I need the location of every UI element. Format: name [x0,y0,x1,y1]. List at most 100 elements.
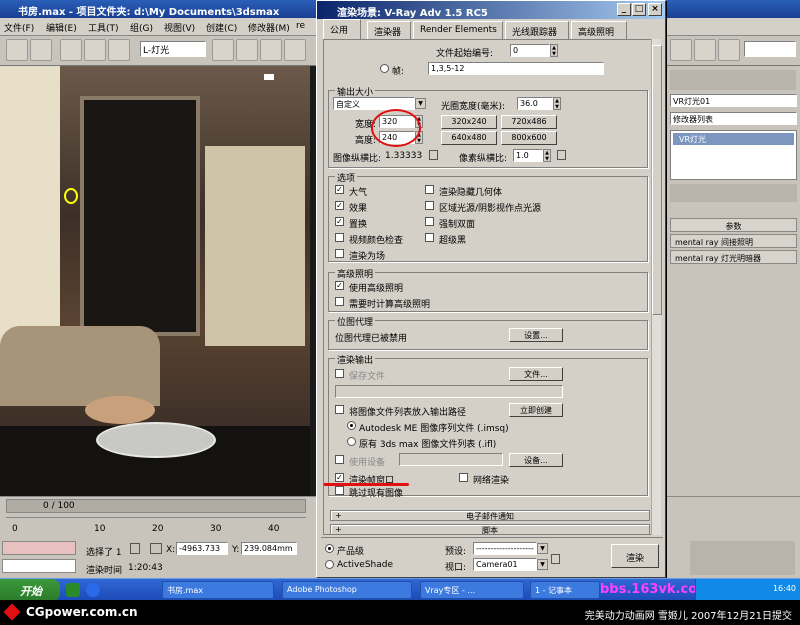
menu-rendering[interactable]: re [296,21,305,31]
stack-tools[interactable] [670,184,797,202]
effects-checkbox[interactable]: ✓ [335,201,344,210]
light-gizmo[interactable] [64,188,78,204]
autodesk-imsq-radio[interactable] [347,421,356,430]
quicklaunch-icon[interactable] [66,583,80,597]
track-bar[interactable]: 0 10 20 30 40 [6,517,306,537]
pixel-aspect-spinner[interactable]: ▲ ▼ [543,149,551,162]
production-radio[interactable] [325,544,334,553]
file-start-field[interactable]: 0 [510,44,550,57]
lock-aspect-icon[interactable] [429,150,438,160]
tab-advanced-lighting[interactable]: 高级照明 [571,21,627,39]
menu-modifiers[interactable]: 修改器(M) [248,21,290,34]
rollout-mr-indirect[interactable]: mental ray 间接照明 [670,234,797,248]
modifier-stack[interactable]: VR灯光 [670,130,797,180]
rotate-icon[interactable] [284,39,306,61]
minimize-icon[interactable]: _ [617,3,631,16]
command-tabs[interactable] [670,70,796,90]
device-field[interactable] [399,453,503,466]
skip-existing-checkbox[interactable] [335,486,344,495]
video-color-check-checkbox[interactable] [335,233,344,242]
menu-views[interactable]: 视图(V) [164,21,195,34]
files-button[interactable]: 文件... [509,367,563,381]
render-frame-window-checkbox[interactable]: ✓ [335,473,344,482]
link-icon[interactable] [60,39,82,61]
bitmap-proxies-setup-button[interactable]: 设置... [509,328,563,342]
chevron-down-icon[interactable]: ▼ [537,543,548,554]
use-device-checkbox[interactable] [335,455,344,464]
chevron-down-icon[interactable]: ▼ [537,559,548,570]
viewport-dropdown[interactable]: Camera01 [473,558,537,571]
devices-button[interactable]: 设备... [509,453,563,467]
preset-800x600-button[interactable]: 800x600 [501,131,557,145]
chevron-down-icon[interactable]: ▼ [415,98,426,109]
render-scene-icon[interactable] [670,39,692,61]
stack-item-vrlight[interactable]: VR灯光 [673,133,794,145]
lock-pixel-aspect-icon[interactable] [557,150,566,160]
modifier-list-combo[interactable]: 修改器列表 [670,112,797,125]
redo-icon[interactable] [30,39,52,61]
unlink-icon[interactable] [84,39,106,61]
render-type-combo[interactable] [744,41,796,57]
ie-icon[interactable] [86,583,100,597]
lock-selection-icon[interactable] [130,543,140,554]
select-icon[interactable] [212,39,234,61]
maxscript-mini[interactable] [2,559,76,573]
render-button[interactable]: 渲染 [611,544,659,568]
atmospherics-checkbox[interactable]: ✓ [335,185,344,194]
email-notifications-rollup[interactable]: + 电子邮件通知 [330,510,650,521]
render-to-fields-checkbox[interactable] [335,249,344,258]
teapot-icon[interactable] [718,39,740,61]
quick-render-icon[interactable] [694,39,716,61]
lock-viewport-icon[interactable] [551,554,560,564]
maxscript-listener[interactable] [2,541,76,555]
activeshade-radio[interactable] [325,560,334,569]
preset-dropdown[interactable]: -------------------- [473,542,537,555]
frames-radio[interactable] [380,64,389,73]
tab-raytracer[interactable]: 光线跟踪器 [505,21,569,39]
object-name-field[interactable]: VR灯光01 [670,94,797,107]
time-slider[interactable]: 0 / 100 [6,499,306,513]
selection-filter-combo[interactable]: L-灯光 [140,41,206,57]
aperture-width-field[interactable]: 36.0 [517,97,553,110]
preset-320x240-button[interactable]: 320x240 [441,115,497,129]
preset-720x486-button[interactable]: 720x486 [501,115,557,129]
force-2sided-checkbox[interactable] [425,217,434,226]
rollout-parameters[interactable]: 参数 [670,218,797,232]
save-file-checkbox[interactable] [335,369,344,378]
absolute-mode-icon[interactable] [150,543,162,554]
preset-640x480-button[interactable]: 640x480 [441,131,497,145]
move-icon[interactable] [260,39,282,61]
net-render-checkbox[interactable] [459,473,468,482]
task-notepad[interactable]: 1 - 记事本 [530,581,600,599]
task-3dsmax[interactable]: 书房.max [162,581,274,599]
file-start-spinner[interactable]: ▲ ▼ [550,44,558,57]
scrollbar-thumb[interactable] [652,45,662,315]
menu-edit[interactable]: 编辑(E) [46,21,77,34]
put-list-checkbox[interactable] [335,405,344,414]
displacement-checkbox[interactable]: ✓ [335,217,344,226]
bind-icon[interactable] [108,39,130,61]
start-button[interactable]: 开始 [0,579,60,601]
area-lights-checkbox[interactable] [425,201,434,210]
maximize-icon[interactable]: □ [632,3,646,16]
light-target[interactable] [264,74,274,80]
menu-group[interactable]: 组(G) [130,21,153,34]
menu-create[interactable]: 创建(C) [206,21,237,34]
create-now-button[interactable]: 立即创建 [509,403,563,417]
menu-tools[interactable]: 工具(T) [88,21,119,34]
x-coordinate-field[interactable]: -4963.733 [176,542,228,555]
menu-file[interactable]: 文件(F) [4,21,34,34]
undo-icon[interactable] [6,39,28,61]
compute-advanced-lighting-checkbox[interactable] [335,297,344,306]
task-browser[interactable]: Vray专区 - ... [420,581,524,599]
task-photoshop[interactable]: Adobe Photoshop [282,581,412,599]
legacy-ifl-radio[interactable] [347,437,356,446]
camera-viewport[interactable] [0,66,310,496]
super-black-checkbox[interactable] [425,233,434,242]
use-advanced-lighting-checkbox[interactable]: ✓ [335,281,344,290]
render-hidden-checkbox[interactable] [425,185,434,194]
dialog-scrollbar[interactable] [651,39,662,535]
rollout-mr-shader[interactable]: mental ray 灯光明暗器 [670,250,797,264]
close-icon[interactable]: × [648,3,662,16]
tab-render-elements[interactable]: Render Elements [413,21,503,39]
